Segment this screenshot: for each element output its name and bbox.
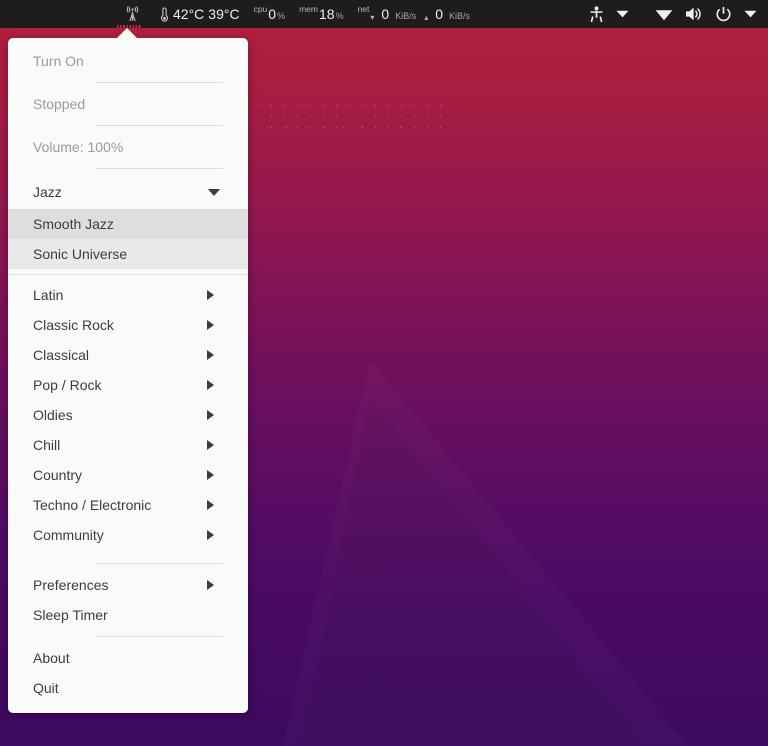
menu-pointer-arrow: [116, 28, 138, 39]
menu-item-volume[interactable]: Volume: 100%: [8, 132, 248, 162]
menu-item-quit[interactable]: Quit: [8, 673, 248, 703]
menu-item-turn-on[interactable]: Turn On: [8, 46, 248, 76]
menu-item-about[interactable]: About: [8, 643, 248, 673]
accessibility-dropdown-button[interactable]: [611, 0, 634, 28]
menu-item-playback-status: Stopped: [8, 89, 248, 119]
chevron-right-icon: [207, 320, 214, 330]
menu-item-station-smooth-jazz[interactable]: Smooth Jazz: [8, 209, 248, 239]
menu-separator: [8, 274, 248, 275]
desktop-screen: 42°C 39°C cpu 0 % mem 18 % net ▾ 0 KiB/s…: [0, 0, 768, 746]
chevron-down-icon: [208, 188, 220, 196]
chevron-right-icon: [207, 470, 214, 480]
wifi-status-button[interactable]: [650, 0, 678, 28]
chevron-down-icon: [616, 10, 629, 18]
chevron-right-icon: [207, 530, 214, 540]
menu-item-label: Classical: [33, 347, 90, 363]
memory-unit: %: [335, 11, 344, 21]
chevron-down-icon: [744, 10, 757, 18]
menu-item-sleep-timer[interactable]: Sleep Timer: [8, 600, 248, 630]
menu-item-label: Chill: [33, 437, 61, 453]
menu-item-label: Country: [33, 467, 83, 483]
wallpaper-mountain-shadow: [300, 395, 650, 746]
system-menu-dropdown-button[interactable]: [739, 0, 762, 28]
menu-item-genre-chill[interactable]: Chill: [8, 430, 248, 460]
menu-item-label: Techno / Electronic: [33, 497, 152, 513]
menu-item-genre-classic-rock[interactable]: Classic Rock: [8, 310, 248, 340]
cpu-unit: %: [277, 11, 286, 21]
chevron-down-icon: ▾: [370, 12, 375, 22]
cpu-indicator[interactable]: cpu 0 %: [253, 4, 286, 22]
menu-item-label: Latin: [33, 287, 64, 303]
menu-item-genre-pop-rock[interactable]: Pop / Rock: [8, 370, 248, 400]
menu-item-label: Sonic Universe: [33, 246, 128, 262]
menu-separator: [96, 636, 223, 637]
temperature-indicator[interactable]: 42°C 39°C: [160, 6, 240, 22]
menu-item-genre-oldies[interactable]: Oldies: [8, 400, 248, 430]
top-bar: 42°C 39°C cpu 0 % mem 18 % net ▾ 0 KiB/s…: [0, 0, 768, 28]
cpu-label: cpu: [253, 4, 268, 14]
network-label: net: [357, 4, 370, 14]
network-down-value: 0: [381, 6, 390, 22]
memory-indicator[interactable]: mem 18 %: [299, 4, 344, 22]
chevron-right-icon: [207, 410, 214, 420]
menu-item-label: Oldies: [33, 407, 73, 423]
menu-item-label: Jazz: [33, 184, 62, 200]
memory-value: 18: [318, 6, 335, 22]
accessibility-menu-button[interactable]: [584, 0, 609, 28]
menu-item-label: Turn On: [33, 53, 84, 69]
radio-tray-applet[interactable]: [112, 0, 152, 28]
radio-applet-menu: Turn On Stopped Volume: 100% Jazz Smooth…: [8, 38, 248, 713]
menu-item-label: About: [33, 650, 70, 666]
menu-separator: [96, 125, 223, 126]
power-menu-button[interactable]: [710, 0, 737, 28]
menu-item-label: Stopped: [33, 96, 86, 112]
menu-item-genre-classical[interactable]: Classical: [8, 340, 248, 370]
menu-separator: [96, 168, 223, 169]
chevron-right-icon: [207, 350, 214, 360]
wallpaper-stars-secondary: [258, 122, 418, 136]
accessibility-icon: [590, 5, 603, 22]
network-down-unit: KiB/s: [395, 11, 417, 21]
cpu-value: 0: [268, 6, 277, 22]
menu-item-genre-jazz[interactable]: Jazz: [8, 175, 248, 209]
chevron-right-icon: [207, 380, 214, 390]
menu-item-station-sonic-universe[interactable]: Sonic Universe: [8, 239, 248, 269]
chevron-up-icon: ▴: [424, 12, 429, 22]
gpu-temperature-value: 39°C: [208, 6, 240, 22]
power-icon: [716, 6, 731, 21]
menu-item-genre-country[interactable]: Country: [8, 460, 248, 490]
menu-separator: [96, 82, 223, 83]
menu-item-label: Volume: 100%: [33, 139, 124, 155]
menu-separator: [96, 563, 223, 564]
menu-item-label: Smooth Jazz: [33, 216, 114, 232]
menu-item-label: Sleep Timer: [33, 607, 108, 623]
menu-item-preferences[interactable]: Preferences: [8, 570, 248, 600]
thermometer-icon: [160, 6, 169, 22]
volume-icon: [686, 7, 701, 21]
memory-label: mem: [299, 4, 318, 14]
chevron-right-icon: [207, 290, 214, 300]
chevron-right-icon: [207, 580, 214, 590]
radio-tower-icon: [126, 5, 138, 21]
menu-item-label: Quit: [33, 680, 59, 696]
chevron-right-icon: [207, 440, 214, 450]
menu-item-label: Preferences: [33, 577, 109, 593]
menu-item-label: Classic Rock: [33, 317, 114, 333]
menu-item-genre-community[interactable]: Community: [8, 520, 248, 550]
network-indicator[interactable]: net ▾ 0 KiB/s ▴ 0 KiB/s: [357, 4, 471, 22]
system-tray: [584, 0, 768, 28]
menu-item-genre-latin[interactable]: Latin: [8, 280, 248, 310]
volume-status-button[interactable]: [680, 0, 708, 28]
wifi-icon: [655, 10, 673, 21]
network-up-value: 0: [435, 6, 444, 22]
menu-item-label: Pop / Rock: [33, 377, 102, 393]
network-up-unit: KiB/s: [449, 11, 471, 21]
chevron-right-icon: [207, 500, 214, 510]
menu-item-genre-techno-electronic[interactable]: Techno / Electronic: [8, 490, 248, 520]
cpu-temperature-value: 42°C: [173, 6, 205, 22]
menu-item-label: Community: [33, 527, 104, 543]
